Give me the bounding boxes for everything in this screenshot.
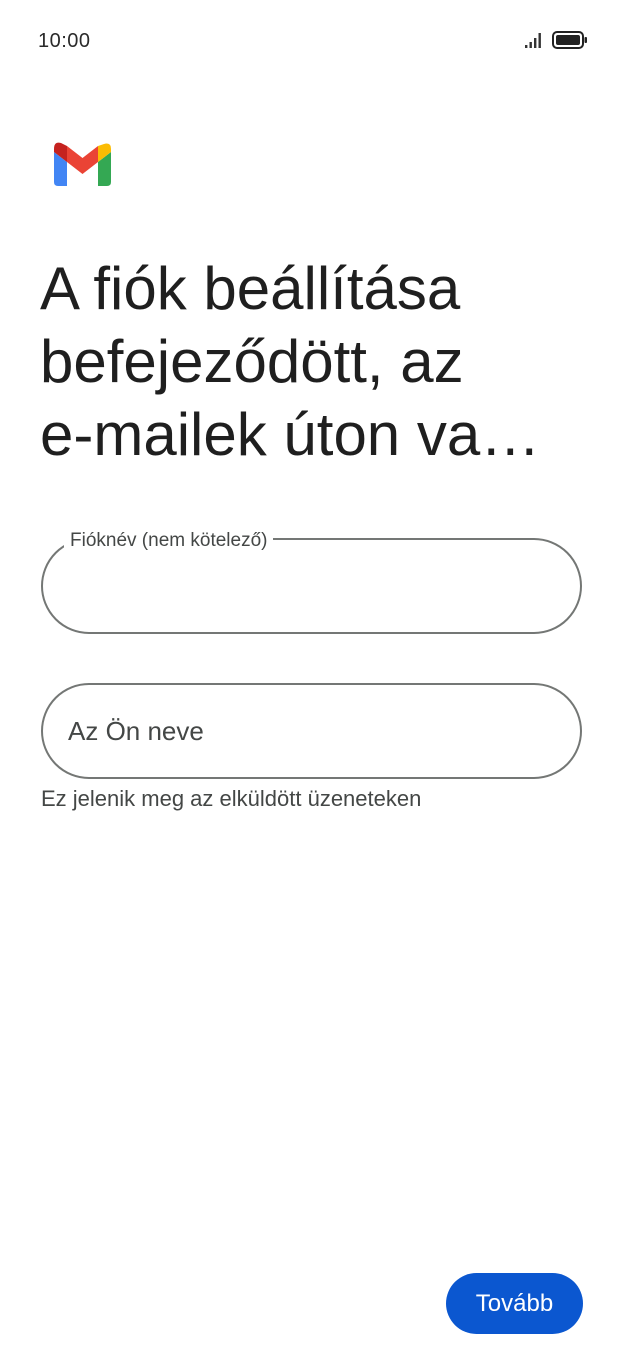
next-button[interactable]: Tovább [446,1273,583,1334]
your-name-helper-text: Ez jelenik meg az elküldött üzeneteken [41,786,422,811]
your-name-placeholder: Az Ön neve [68,716,204,746]
status-bar: 10:00 [0,0,624,84]
status-icons [524,30,588,50]
signal-icon [525,33,541,48]
account-name-label: Fióknév (nem kötelező) [64,529,274,553]
status-time: 10:00 [38,30,91,52]
battery-icon [552,31,587,49]
page-title: A fiók beállítása befejeződött, az e-mai… [40,255,541,468]
gmail-logo [54,142,111,186]
